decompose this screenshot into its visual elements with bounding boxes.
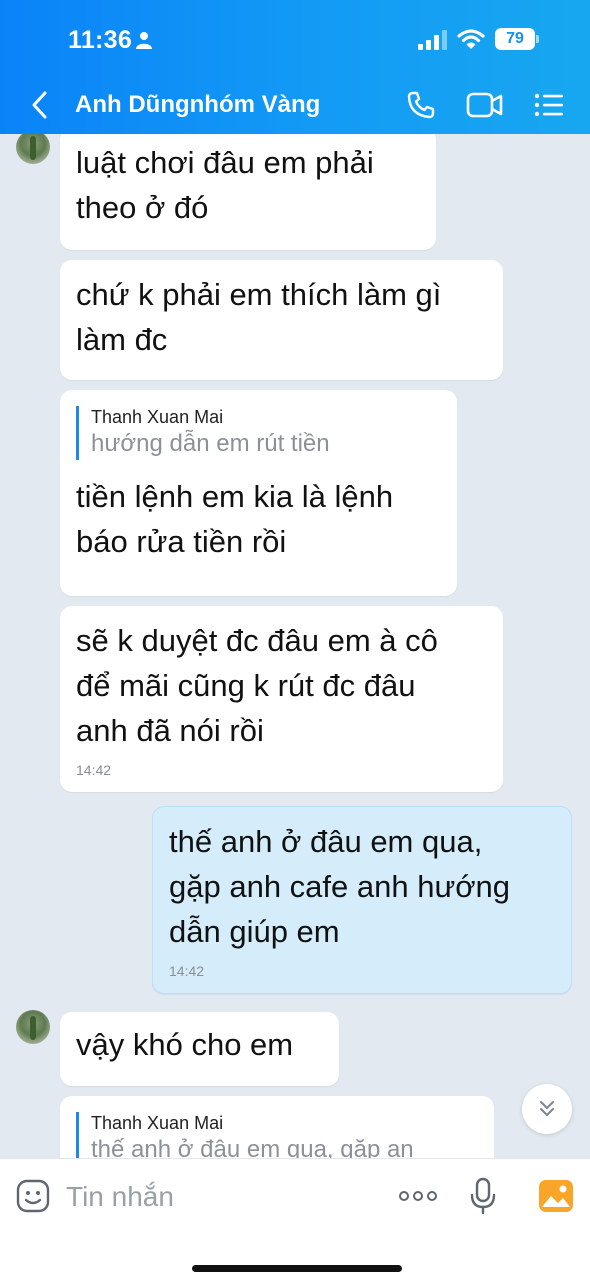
cellular-signal-icon: [418, 30, 447, 50]
message-line: báo rửa tiền rồi: [76, 524, 287, 559]
message-list[interactable]: luật chơi đâu em phải theo ở đó chứ k ph…: [0, 134, 590, 1158]
message-line: anh đã nói rồi: [76, 713, 264, 748]
battery-icon: 79: [495, 28, 539, 50]
more-options-button[interactable]: [398, 1189, 438, 1203]
quote-sender-name: Thanh Xuan Mai: [91, 1113, 224, 1133]
reply-quote[interactable]: Thanh Xuan Mai hướng dẫn em rút tiền: [76, 406, 441, 460]
image-picker-button[interactable]: [538, 1179, 574, 1213]
sender-avatar[interactable]: [16, 134, 50, 164]
message-line: để mãi cũng k rút đc đâu: [76, 668, 416, 703]
phone-call-button[interactable]: [406, 90, 436, 120]
home-indicator: [192, 1265, 402, 1272]
microphone-button[interactable]: [470, 1177, 496, 1215]
message-line: thế anh ở đâu em qua,: [169, 824, 483, 859]
double-chevron-down-icon: [540, 1101, 554, 1116]
status-time: 11:36: [68, 26, 133, 54]
quote-sender-name: Thanh Xuan Mai: [91, 407, 224, 427]
back-button[interactable]: [28, 90, 52, 120]
message-time: 14:42: [76, 762, 112, 778]
message-line: chứ k phải em thích làm gì: [76, 277, 442, 312]
person-icon: [136, 32, 152, 49]
chat-header: 11:36 79 Anh Dũngnhóm Vàng: [0, 0, 590, 134]
message-bubble-with-reply[interactable]: Thanh Xuan Mai hướng dẫn em rút tiền tiề…: [60, 390, 457, 596]
message-line: làm đc: [76, 322, 168, 357]
message-time: 14:42: [169, 963, 205, 979]
message-input[interactable]: [66, 1177, 366, 1217]
message-line: luật chơi đâu em phải: [76, 145, 374, 180]
video-call-button[interactable]: [466, 90, 504, 120]
message-bubble[interactable]: luật chơi đâu em phải theo ở đó: [60, 134, 436, 250]
sender-avatar[interactable]: [16, 1010, 50, 1044]
message-line: vậy khó cho em: [76, 1027, 294, 1062]
message-line: tiền lệnh em kia là lệnh: [76, 479, 394, 514]
message-bubble[interactable]: chứ k phải em thích làm gì làm đc: [60, 260, 503, 380]
battery-level: 79: [495, 28, 535, 50]
message-bubble[interactable]: vậy khó cho em: [60, 1012, 339, 1086]
message-line: dẫn giúp em: [169, 914, 340, 949]
message-bubble[interactable]: sẽ k duyệt đc đâu em à cô để mãi cũng k …: [60, 606, 503, 792]
wifi-icon: [457, 29, 485, 49]
my-message-bubble[interactable]: thế anh ở đâu em qua, gặp anh cafe anh h…: [152, 806, 572, 994]
message-bubble-with-reply[interactable]: Thanh Xuan Mai thế anh ở đâu em qua, gặp…: [60, 1096, 494, 1158]
message-line: gặp anh cafe anh hướng: [169, 869, 511, 904]
chat-title[interactable]: Anh Dũngnhóm Vàng: [75, 91, 320, 119]
message-input-bar: [0, 1158, 590, 1280]
reply-quote[interactable]: Thanh Xuan Mai thế anh ở đâu em qua, gặp…: [76, 1112, 478, 1158]
scroll-to-bottom-button[interactable]: [522, 1084, 572, 1134]
quote-text: hướng dẫn em rút tiền: [91, 430, 330, 457]
message-line: sẽ k duyệt đc đâu em à cô: [76, 623, 438, 658]
emoji-sticker-button[interactable]: [16, 1179, 50, 1213]
menu-list-button[interactable]: [534, 92, 564, 118]
message-line: theo ở đó: [76, 190, 209, 225]
quote-text: thế anh ở đâu em qua, gặp an: [91, 1136, 414, 1158]
